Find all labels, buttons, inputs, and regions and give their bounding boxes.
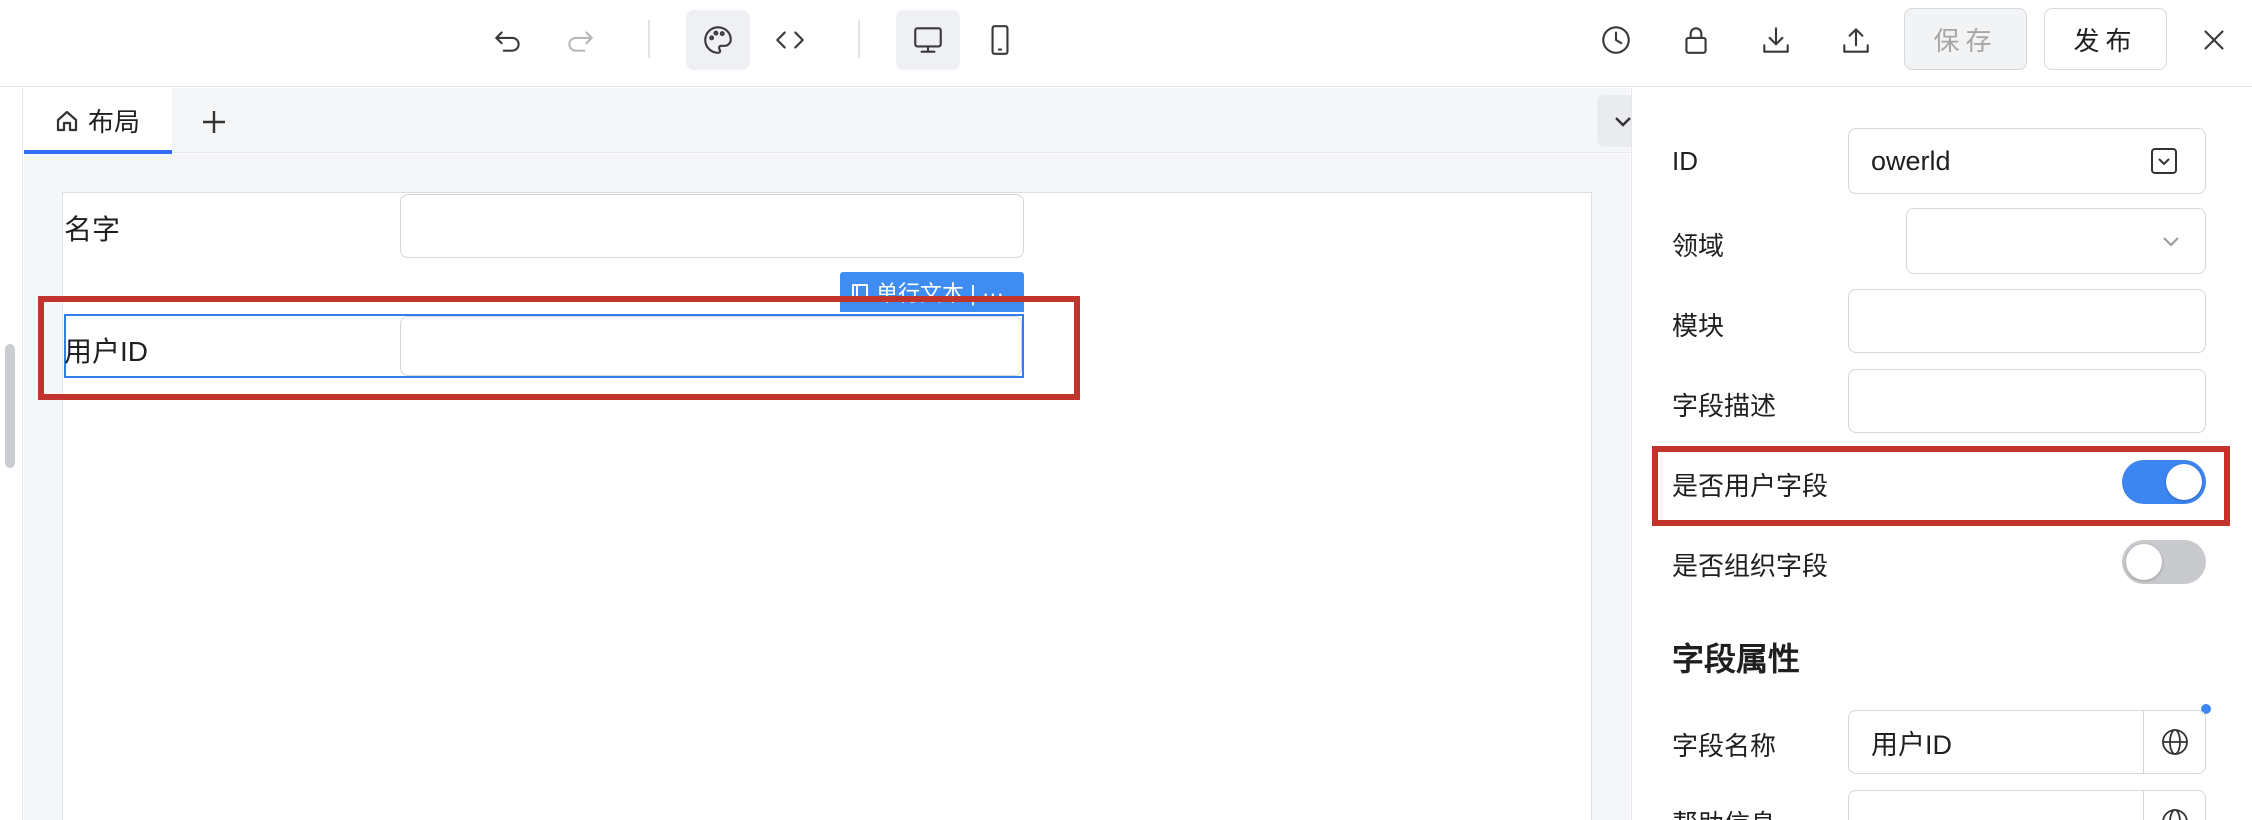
lock-icon — [1685, 27, 1707, 54]
save-button[interactable]: 保存 — [1904, 8, 2027, 70]
toolbar-divider — [648, 20, 650, 58]
field-name-value: 用户ID — [1871, 729, 1952, 760]
palette-icon — [704, 26, 732, 54]
undo-button[interactable] — [476, 10, 540, 70]
redo-icon — [568, 31, 593, 52]
globe-icon — [2161, 809, 2188, 820]
globe-icon — [2161, 729, 2188, 755]
close-icon — [2204, 30, 2224, 50]
form-canvas — [62, 192, 1592, 820]
redo-button[interactable] — [548, 10, 612, 70]
help-info-label: 帮助信息 — [1672, 804, 1776, 820]
lock-button[interactable] — [1664, 10, 1728, 70]
form-designer: 保存 发布 布局 名字 单行文本 | ··· 用户ID ID owerld 领域… — [0, 0, 2252, 820]
field-description-input[interactable] — [1848, 369, 2206, 433]
help-info-input[interactable] — [1848, 790, 2206, 820]
tab-label: 布局 — [88, 107, 141, 137]
id-select[interactable]: owerld — [1848, 128, 2206, 194]
publish-button[interactable]: 发布 — [2044, 8, 2167, 70]
home-icon — [56, 110, 78, 131]
dropdown-box-icon — [2149, 146, 2179, 176]
name-input[interactable] — [400, 194, 1024, 258]
mobile-icon — [991, 25, 1009, 55]
toolbar-divider — [858, 20, 860, 58]
is-org-field-toggle[interactable] — [2122, 540, 2206, 584]
top-toolbar: 保存 发布 — [0, 0, 2252, 87]
desktop-view-button[interactable] — [896, 10, 960, 70]
desktop-icon — [914, 27, 942, 53]
domain-label: 领域 — [1672, 231, 1725, 261]
domain-select[interactable] — [1906, 208, 2206, 274]
tab-layout[interactable]: 布局 — [24, 88, 172, 154]
undo-icon — [495, 31, 520, 52]
download-button[interactable] — [1744, 10, 1808, 70]
toggle-knob — [2126, 544, 2162, 580]
field-name-input[interactable]: 用户ID — [1848, 710, 2206, 774]
module-label: 模块 — [1672, 311, 1725, 341]
code-button[interactable] — [758, 10, 822, 70]
field-label-name: 名字 — [64, 214, 121, 245]
close-button[interactable] — [2182, 10, 2246, 70]
scrollbar-thumb[interactable] — [5, 344, 15, 468]
translate-button[interactable] — [2143, 711, 2205, 773]
highlight-box — [1652, 446, 2230, 526]
upload-icon — [1843, 28, 1869, 53]
field-description-label: 字段描述 — [1672, 391, 1777, 421]
chevron-down-icon — [2159, 229, 2183, 253]
download-icon — [1763, 27, 1789, 53]
highlight-box — [38, 296, 1080, 400]
is-org-field-label: 是否组织字段 — [1672, 551, 1829, 581]
mobile-view-button[interactable] — [968, 10, 1032, 70]
add-tab-button[interactable] — [192, 100, 236, 144]
history-icon — [1602, 26, 1630, 54]
field-properties-title: 字段属性 — [1672, 641, 1801, 677]
history-button[interactable] — [1584, 10, 1648, 70]
module-input[interactable] — [1848, 289, 2206, 353]
code-icon — [776, 31, 804, 49]
left-sidebar-strip — [0, 88, 23, 820]
upload-button[interactable] — [1824, 10, 1888, 70]
id-value: owerld — [1871, 145, 1951, 176]
id-label: ID — [1672, 146, 1698, 176]
theme-button[interactable] — [686, 10, 750, 70]
plus-icon — [203, 111, 225, 133]
page-tab-bar: 布局 — [24, 88, 1649, 154]
translate-button[interactable] — [2143, 791, 2205, 820]
field-name-label: 字段名称 — [1672, 731, 1777, 761]
